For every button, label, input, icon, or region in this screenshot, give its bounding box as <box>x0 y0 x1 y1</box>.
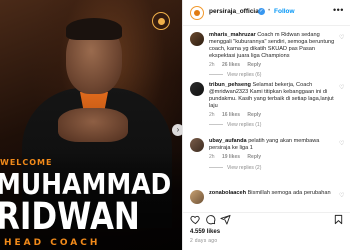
view-replies-label: View replies (6) <box>227 72 262 78</box>
comment-text: Bismillah semoga ada perubahan <box>247 190 331 196</box>
post-header: persiraja_official ✓ • Follow ••• <box>183 0 350 26</box>
follow-button[interactable]: Follow <box>274 8 295 15</box>
post-likes-count[interactable]: 4.559 likes <box>190 229 220 235</box>
avatar[interactable] <box>190 32 204 46</box>
post-author-username[interactable]: persiraja_official <box>209 8 261 15</box>
comment-body: zonabolaaceh Bismillah semoga ada peruba… <box>209 190 339 197</box>
comment-body: mharis_mahruzar Coach m Ridwan sedang me… <box>209 32 339 60</box>
comment-likes[interactable]: 26 likes <box>222 62 240 68</box>
reply-button[interactable]: Reply <box>247 62 261 68</box>
view-replies-button[interactable]: View replies (1) <box>209 122 261 128</box>
comment-body: ubay_aufanda pelatih yang akan membawa p… <box>209 138 339 152</box>
post-actions-bar <box>183 212 350 226</box>
view-replies-button[interactable]: View replies (2) <box>209 165 261 171</box>
more-options-icon[interactable]: ••• <box>333 5 344 15</box>
replies-divider <box>209 167 223 169</box>
overlay-role: HEAD COACH <box>4 238 101 248</box>
header-separator: • <box>268 7 271 14</box>
overlay-last-name: RIDWAN <box>0 195 140 239</box>
coach-photo-hands <box>58 108 128 142</box>
comment-username[interactable]: ubay_aufanda <box>209 138 247 144</box>
view-replies-label: View replies (1) <box>227 122 262 128</box>
club-crest-icon <box>152 12 170 30</box>
comment-icon[interactable] <box>205 214 216 225</box>
replies-divider <box>209 124 223 126</box>
view-replies-button[interactable]: View replies (6) <box>209 72 261 78</box>
comment-likes[interactable]: 16 likes <box>222 112 240 118</box>
replies-divider <box>209 74 223 76</box>
view-replies-label: View replies (2) <box>227 165 262 171</box>
bookmark-icon[interactable] <box>333 214 344 225</box>
overlay-welcome: WELCOME <box>0 158 53 167</box>
heart-icon[interactable]: ♡ <box>339 34 344 41</box>
comment-meta: 2h 19 likes Reply <box>209 154 267 160</box>
comment-username[interactable]: tribun_pehseng <box>209 82 251 88</box>
reply-button[interactable]: Reply <box>247 154 261 160</box>
coach-photo-hair <box>66 18 122 40</box>
post-date: 2 days ago <box>190 238 218 244</box>
comment-meta: 2h 16 likes Reply <box>209 112 267 118</box>
heart-icon[interactable]: ♡ <box>339 140 344 147</box>
heart-icon[interactable] <box>190 214 201 225</box>
reply-button[interactable]: Reply <box>247 112 261 118</box>
comment-username[interactable]: mharis_mahruzar <box>209 32 256 38</box>
comment-time: 2h <box>209 154 215 160</box>
next-arrow-icon[interactable]: › <box>172 124 182 136</box>
avatar[interactable] <box>190 138 204 152</box>
comment-body: tribun_pehseng Selamat bekerja, Coach @m… <box>209 82 339 110</box>
avatar[interactable] <box>190 6 204 20</box>
avatar[interactable] <box>190 82 204 96</box>
post-side-panel: persiraja_official ✓ • Follow ••• mharis… <box>182 0 350 250</box>
verified-badge-icon: ✓ <box>258 8 265 15</box>
heart-icon[interactable]: ♡ <box>339 84 344 91</box>
comment-meta: 2h 26 likes Reply <box>209 62 267 68</box>
comment-likes[interactable]: 19 likes <box>222 154 240 160</box>
comment-time: 2h <box>209 62 215 68</box>
avatar[interactable] <box>190 190 204 204</box>
comment-username[interactable]: zonabolaaceh <box>209 190 246 196</box>
post-image: WELCOME MUHAMMAD RIDWAN HEAD COACH › <box>0 0 182 250</box>
share-icon[interactable] <box>220 214 231 225</box>
comment-time: 2h <box>209 112 215 118</box>
heart-icon[interactable]: ♡ <box>339 192 344 199</box>
